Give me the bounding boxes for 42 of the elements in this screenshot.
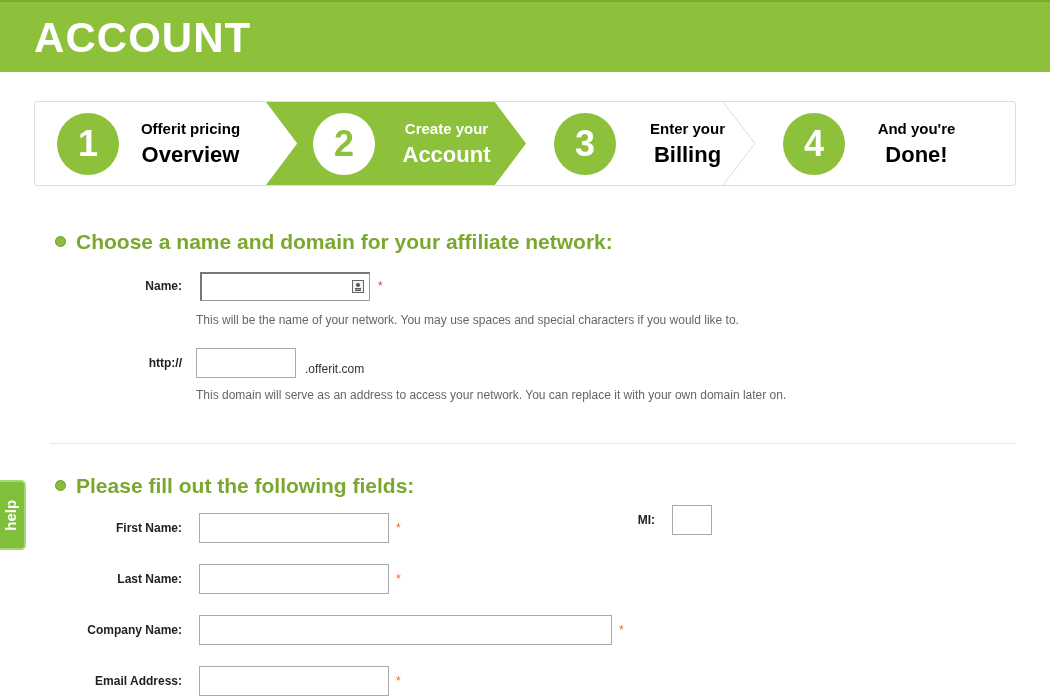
field-label: Email Address: [94,673,182,690]
required-asterisk: * [619,622,624,639]
step-number: 2 [313,112,375,175]
field-label: MI: [636,512,655,529]
page-title: ACCOUNT [34,12,252,63]
field-label: Company Name: [86,622,182,639]
field-hint: This domain will serve as an address to access your network. You can replace it with your own domain later on. [196,386,788,404]
field-label: First Name: [114,520,182,537]
text-field[interactable] [199,513,389,543]
field-label: Last Name: [116,571,182,588]
text-field[interactable] [199,564,389,594]
field-hint: This will be the name of your network. You may use spaces and special characters if you would like to. [196,311,740,329]
step-title: Done! [885,140,948,169]
domain-suffix: .offerit.com [305,360,365,378]
step-tab[interactable]: 4 And you're Done! [755,102,1015,185]
step-title: Overview [141,140,240,169]
text-field[interactable] [199,615,612,645]
step-number: 3 [554,112,616,175]
step-title: Account [402,140,491,169]
bullet-icon [55,236,66,248]
name-field[interactable] [200,271,370,301]
step-tab[interactable]: 1 Offerit pricing Overview [35,102,266,185]
required-asterisk: * [396,571,401,588]
field-label: http:// [147,354,182,372]
required-asterisk: * [396,673,401,690]
middle-initial-field[interactable] [672,505,712,535]
step-number: 1 [57,112,119,175]
step-caption: Enter your [650,119,725,140]
step-caption: Offerit pricing [140,119,241,140]
field-label: Name: [144,278,182,295]
step-title: Billing [653,140,722,169]
text-field[interactable] [199,666,389,696]
step-caption: Create your [404,119,489,140]
domain-field[interactable] [196,347,296,378]
step-number: 4 [783,112,845,175]
step-caption: And you're [877,119,956,140]
bullet-icon [55,479,66,491]
required-asterisk: * [378,278,383,295]
section-heading: Choose a name and domain for your affiliate network: [76,229,613,255]
section-heading: Please fill out the following fields: [76,472,415,499]
step-tab[interactable]: 3 Enter your Billing [526,102,755,185]
required-asterisk: * [396,520,401,537]
